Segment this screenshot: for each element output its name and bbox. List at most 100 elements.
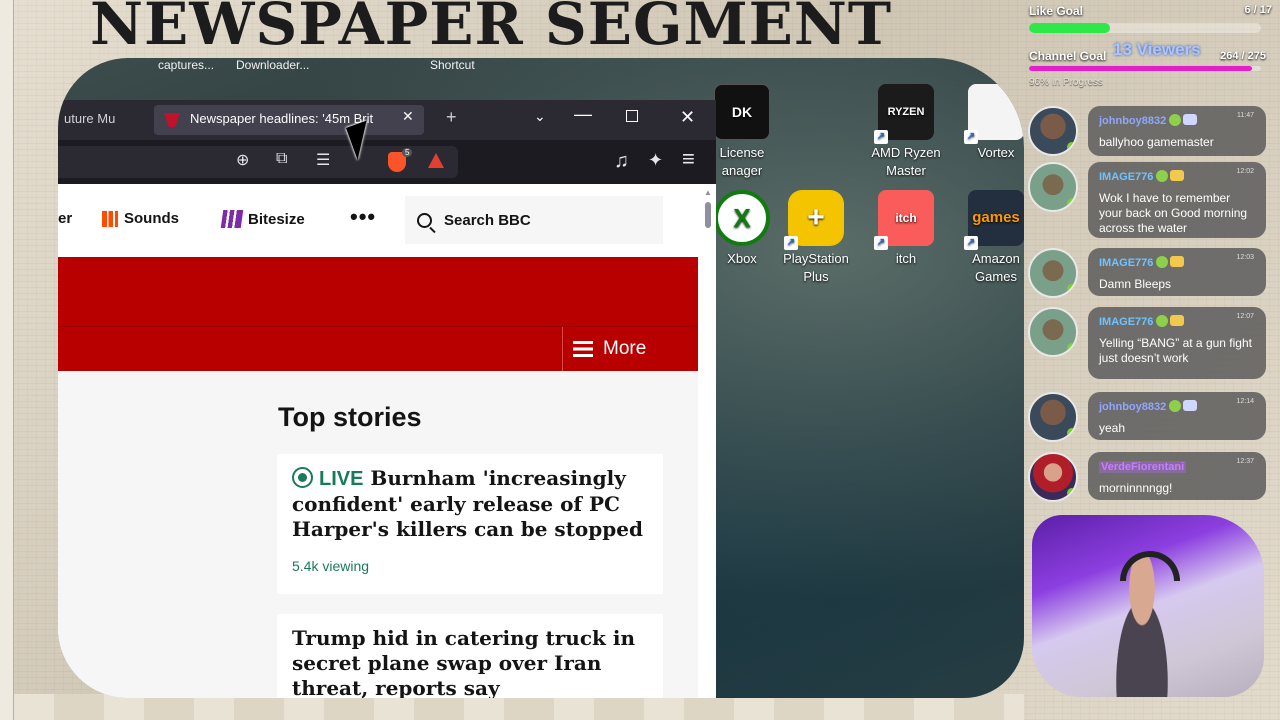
desktop-icon-label[interactable]: captures... [158,58,214,72]
chat-username[interactable]: johnboy8832 [1099,401,1166,413]
section-title: Top stories [278,402,422,432]
desktop-icon-itch[interactable]: itch ↗ itch [862,190,950,268]
chat-bubble: johnboy8832 12:14 yeah [1088,392,1266,440]
tab-bar: uture Mu Newspaper headlines: '45m Brit … [58,100,716,140]
window-close-button[interactable]: ✕ [680,107,695,128]
like-goal-bar [1029,23,1261,33]
page-scrollbar[interactable]: ▲ [701,188,715,698]
channel-goal-bar [1029,66,1261,71]
desktop-icon-label[interactable]: Downloader... [236,58,309,72]
hamburger-menu-icon[interactable]: ≡ [682,146,695,172]
itch-icon: itch ↗ [874,190,934,250]
chat-time: 12:03 [1236,254,1254,261]
live-icon [292,467,313,488]
desktop-icon-amd-ryzen-master[interactable]: RYZEN ↗ AMD Ryzen Master [862,84,950,180]
sparkle-icon[interactable]: ✦ [648,150,663,171]
scroll-thumb[interactable] [705,202,711,228]
nav-item-cut[interactable]: er [58,210,72,227]
chat-bubble: IMAGE776 12:03 Damn Bleeps [1088,248,1266,296]
bbc-page: er Sounds Bitesize ••• Search BBC ▲ More… [58,184,716,698]
progress-note: 96% In Progress [1029,77,1103,88]
xbox-icon: X [714,190,770,246]
viewing-count: 5.4k viewing [292,558,370,574]
tab-previous[interactable]: uture Mu [64,111,115,126]
like-goal-fill [1029,23,1111,33]
chat-text: yeah [1099,421,1126,435]
sub-badge-icon [1183,114,1198,125]
chat-bubble: johnboy8832 11:47 ballyhoo gamemaster [1088,106,1266,156]
avatar [1028,162,1078,212]
sounds-icon [102,210,118,227]
hamburger-icon [573,341,593,357]
status-dot [1067,198,1076,208]
stream-goals: Like Goal 6 / 17 Channel Goal 13 Viewers… [1024,0,1280,98]
desktop-icon-label[interactable]: Shortcut [430,58,475,72]
amd-ryzen-icon: RYZEN ↗ [874,84,934,144]
webcam-feed [1032,515,1264,697]
tab-active[interactable]: Newspaper headlines: '45m Brit [154,105,424,135]
nav-label: Sounds [124,210,179,227]
story-card[interactable]: LIVE Burnham 'increasingly confident' ea… [277,454,663,594]
new-tab-button[interactable]: + [446,107,457,128]
more-label: More [603,338,647,359]
nav-item-bitesize[interactable]: Bitesize [220,210,305,228]
chat-username[interactable]: VerdeFiorentani [1099,461,1187,473]
tab-close-icon[interactable]: ✕ [402,108,414,125]
warning-extension-icon[interactable] [428,153,444,168]
status-dot [1067,343,1076,353]
desktop-icon-amazon-games[interactable]: games ↗ Amazon Games [952,190,1024,286]
chat-bubble: VerdeFiorentani 12:37 morninnnngg! [1088,452,1266,500]
chat-time: 12:07 [1236,313,1254,320]
scroll-up-icon[interactable]: ▲ [704,188,712,197]
channel-goal-label: Channel Goal [1029,49,1107,63]
avatar [1028,307,1078,357]
sub-badge-icon [1170,170,1185,181]
reader-view-icon[interactable]: ☰ [316,150,330,170]
icon-label: PlayStation [783,251,849,266]
verified-badge-icon [1169,400,1182,412]
avatar [1028,452,1078,502]
chat-text: Yelling “BANG” at a gun fight just doesn… [1099,336,1252,365]
desktop-icon-vortex[interactable]: ↗ Vortex [952,84,1024,162]
icon-label: Games [975,269,1017,284]
nav-item-sounds[interactable]: Sounds [102,210,179,227]
chat-bubble: IMAGE776 12:02 Wok I have to remember yo… [1088,162,1266,238]
story-headline[interactable]: Trump hid in catering truck in secret pl… [292,626,635,698]
more-nav-dots-icon[interactable]: ••• [350,204,376,230]
shortcut-arrow-icon: ↗ [964,130,978,144]
chat-username[interactable]: IMAGE776 [1099,316,1153,328]
tab-title: Newspaper headlines: '45m Brit [190,111,374,126]
search-label: Search BBC [444,211,531,229]
bitesize-icon [220,210,244,228]
search-bbc-button[interactable]: Search BBC [405,196,663,244]
chat-username[interactable]: IMAGE776 [1099,257,1153,269]
playstation-plus-icon: + ↗ [784,190,844,250]
nav-label: Bitesize [248,210,305,228]
minimize-button[interactable]: — [574,104,592,125]
more-menu-button[interactable]: More [562,327,698,371]
chat-panel: johnboy8832 11:47 ballyhoo gamemaster IM… [1024,100,1280,510]
tab-list-chevron-icon[interactable]: ⌄ [534,108,546,125]
verified-badge-icon [1156,256,1169,268]
chat-username[interactable]: johnboy8832 [1099,115,1166,127]
shortcut-arrow-icon: ↗ [784,236,798,250]
avatar [1028,392,1078,442]
maximize-button[interactable] [626,110,638,122]
segment-title: NEWSPAPER SEGMENT [90,0,893,58]
avatar [1028,106,1078,156]
icon-label: Plus [803,269,829,284]
story-card[interactable]: Trump hid in catering truck in secret pl… [277,614,663,698]
music-icon[interactable]: ♫ [614,150,629,173]
icon-label: AMD Ryzen [871,145,941,160]
chat-username[interactable]: IMAGE776 [1099,171,1153,183]
viewer-count: 13 Viewers [1113,40,1201,59]
chat-text: ballyhoo gamemaster [1099,135,1214,149]
cast-icon[interactable]: ⧉ [276,150,287,168]
chat-text: Damn Bleeps [1099,277,1172,291]
newspaper-edge [0,0,14,720]
zoom-icon[interactable]: ⊕ [236,150,249,170]
desktop-icon-playstation-plus[interactable]: + ↗ PlayStation Plus [772,190,860,286]
vortex-icon: ↗ [964,84,1024,144]
chat-time: 12:02 [1236,168,1254,175]
icon-label: Vortex [977,145,1015,160]
